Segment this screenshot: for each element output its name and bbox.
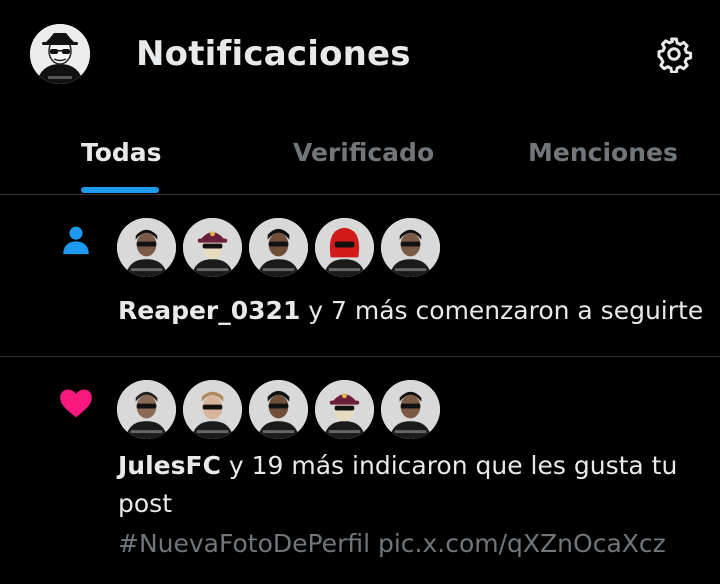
post-preview-text[interactable]: #NuevaFotoDePerfil pic.x.com/qXZnOcaXcz	[118, 529, 666, 558]
heart-icon	[56, 383, 96, 423]
avatar[interactable]	[249, 380, 308, 439]
profile-avatar[interactable]	[30, 24, 90, 84]
notification-follow[interactable]: Reaper_0321 y 7 más comenzaron a seguirt…	[0, 196, 720, 357]
avatar[interactable]	[381, 380, 440, 439]
user-link[interactable]: JulesFC	[118, 451, 221, 480]
tab-verificado[interactable]: Verificado	[293, 138, 434, 167]
notification-text: JulesFC y 19 más indicaron que les gusta…	[118, 451, 678, 518]
person-icon	[56, 220, 96, 260]
notification-text: Reaper_0321 y 7 más comenzaron a seguirt…	[118, 296, 704, 325]
follower-avatars	[117, 218, 440, 277]
gear-icon	[657, 37, 693, 73]
avatar[interactable]	[117, 218, 176, 277]
avatar[interactable]	[183, 218, 242, 277]
tab-menciones[interactable]: Menciones	[528, 138, 678, 167]
notification-tabs: Todas Verificado Menciones	[0, 112, 720, 195]
avatar[interactable]	[381, 218, 440, 277]
liker-avatars	[117, 380, 440, 439]
active-tab-indicator	[81, 187, 159, 193]
avatar[interactable]	[183, 380, 242, 439]
avatar[interactable]	[315, 380, 374, 439]
page-title: Notificaciones	[136, 34, 411, 74]
settings-button[interactable]	[653, 33, 695, 75]
user-link[interactable]: Reaper_0321	[118, 296, 300, 325]
notification-like[interactable]: JulesFC y 19 más indicaron que les gusta…	[0, 357, 720, 584]
user-avatar-icon	[30, 24, 90, 84]
avatar[interactable]	[249, 218, 308, 277]
top-bar: Notificaciones	[0, 0, 720, 112]
avatar[interactable]	[117, 380, 176, 439]
avatar[interactable]	[315, 218, 374, 277]
tab-todas[interactable]: Todas	[81, 138, 162, 167]
